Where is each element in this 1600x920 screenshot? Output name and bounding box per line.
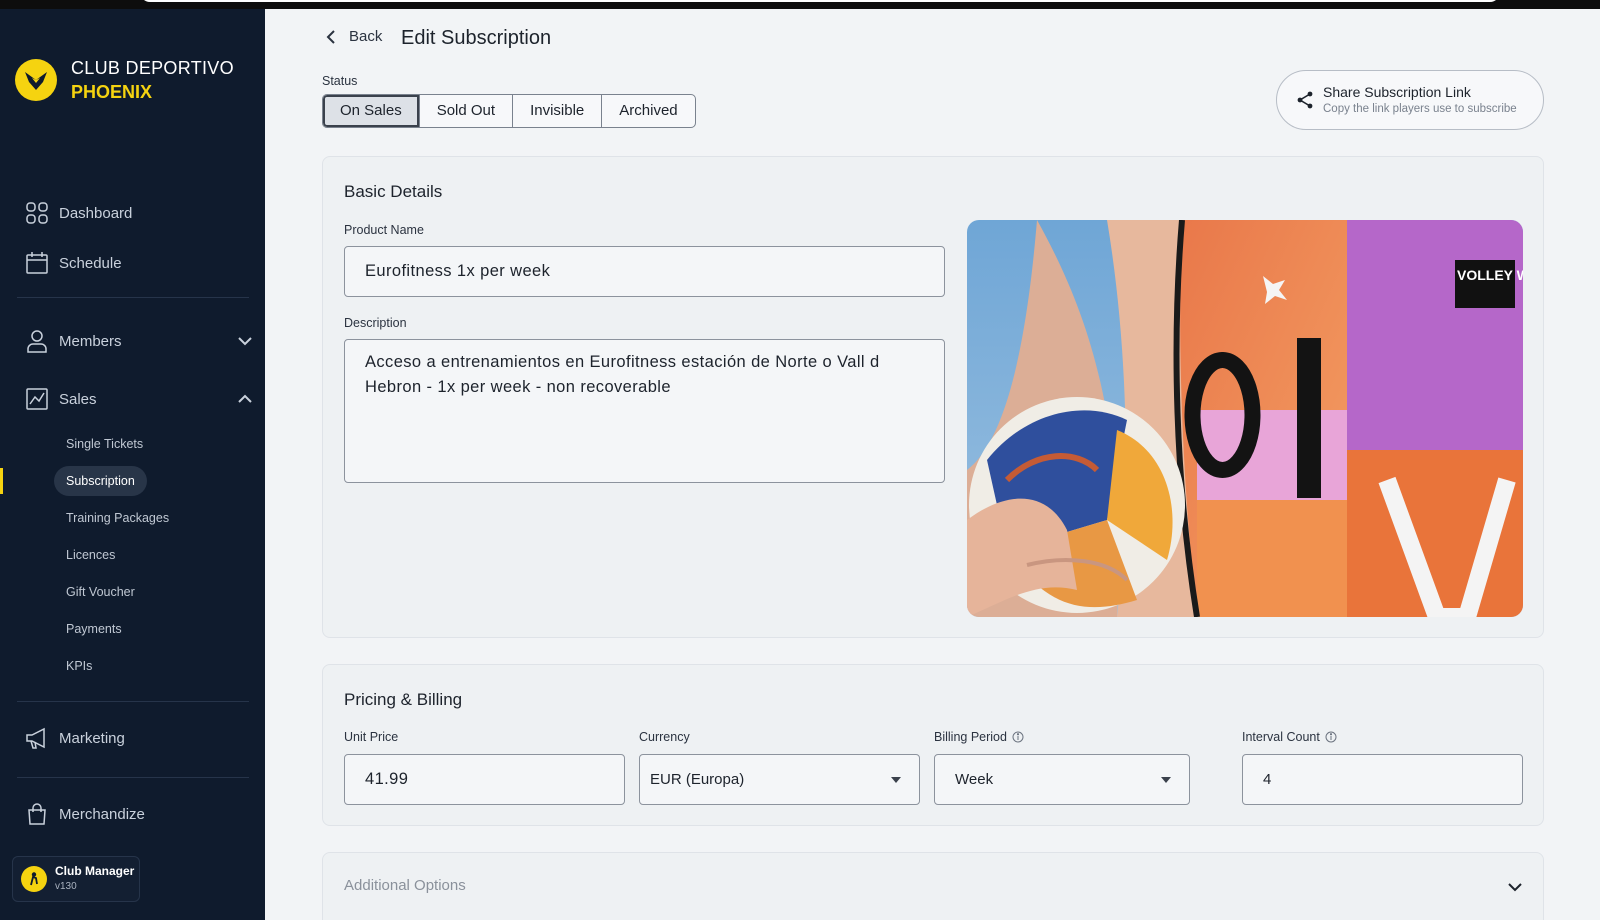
additional-options-accordion[interactable]: Additional Options (322, 852, 1544, 920)
info-icon[interactable] (1325, 731, 1337, 743)
chart-icon (26, 388, 48, 410)
billing-period-value: Week (955, 771, 994, 788)
unit-price-label: Unit Price (344, 730, 399, 744)
interval-count-label: Interval Count (1242, 730, 1337, 744)
back-label: Back (349, 28, 383, 45)
interval-count-input[interactable] (1242, 754, 1523, 805)
currency-label: Currency (639, 730, 690, 744)
sidebar-item-label: Sales (59, 390, 97, 408)
chevron-down-icon[interactable] (1507, 879, 1523, 895)
sidebar-item-dashboard[interactable]: Dashboard (25, 198, 253, 228)
info-icon[interactable] (1012, 731, 1024, 743)
calendar-icon (26, 252, 48, 274)
product-image[interactable]: VOLLEY WORLD (967, 220, 1523, 617)
share-icon (1297, 91, 1313, 109)
billing-period-label: Billing Period (934, 730, 1024, 744)
billing-period-label-text: Billing Period (934, 730, 1007, 744)
currency-value: EUR (Europa) (650, 771, 745, 788)
pricing-billing-card: Pricing & Billing Unit Price Currency EU… (322, 664, 1544, 826)
share-subscription-link-button[interactable]: Share Subscription Link Copy the link pl… (1276, 70, 1544, 130)
app-version: v130 (55, 881, 77, 892)
status-segmented-control: On Sales Sold Out Invisible Archived (322, 94, 696, 128)
sidebar-divider (17, 777, 249, 778)
sidebar-sub-payments[interactable]: Payments (54, 614, 134, 644)
phoenix-bird-icon (15, 59, 57, 101)
sidebar-sub-single-tickets[interactable]: Single Tickets (54, 429, 155, 459)
sidebar-sub-licences[interactable]: Licences (54, 540, 127, 570)
share-title: Share Subscription Link (1323, 84, 1471, 100)
chevron-up-icon[interactable] (237, 391, 253, 407)
currency-select[interactable]: EUR (Europa) (639, 754, 920, 805)
brand[interactable]: CLUB DEPORTIVO PHOENIX (15, 56, 234, 104)
sidebar-item-label: Merchandize (59, 805, 145, 823)
sidebar-item-sales[interactable]: Sales (25, 384, 253, 414)
status-option-invisible[interactable]: Invisible (512, 95, 601, 127)
sidebar-item-members[interactable]: Members (25, 326, 253, 356)
additional-options-label: Additional Options (344, 877, 466, 894)
sidebar-divider (17, 297, 249, 298)
sidebar-item-label: Marketing (59, 729, 125, 747)
avatar (21, 866, 47, 892)
avatar-figure-icon (30, 872, 38, 886)
sidebar-item-label: Members (59, 332, 122, 350)
browser-url-pill (140, 0, 1500, 2)
sidebar-sub-subscription[interactable]: Subscription (54, 466, 147, 496)
sidebar-sub-gift-voucher[interactable]: Gift Voucher (54, 577, 147, 607)
sidebar-item-merchandize[interactable]: Merchandize (25, 799, 253, 829)
brand-name-line1: CLUB DEPORTIVO (71, 58, 234, 78)
status-label: Status (322, 74, 358, 88)
sidebar-item-schedule[interactable]: Schedule (25, 248, 253, 278)
megaphone-icon (26, 727, 45, 749)
sidebar-item-label: Schedule (59, 254, 122, 272)
dropdown-caret-icon (891, 777, 901, 783)
basic-details-title: Basic Details (344, 182, 443, 201)
description-label: Description (344, 316, 407, 330)
dropdown-caret-icon (1161, 777, 1171, 783)
browser-top-bar (0, 0, 1600, 9)
sidebar-item-marketing[interactable]: Marketing (25, 723, 253, 753)
status-option-on-sales[interactable]: On Sales (323, 95, 419, 127)
product-name-input[interactable] (344, 246, 945, 297)
profile-name: Club Manager (55, 864, 135, 878)
profile-card[interactable]: Club Manager v130 (12, 856, 140, 902)
basic-details-card: Basic Details Product Name Description A… (322, 156, 1544, 638)
pricing-billing-title: Pricing & Billing (344, 690, 463, 709)
page-title: Edit Subscription (401, 27, 552, 49)
status-option-sold-out[interactable]: Sold Out (418, 95, 512, 127)
user-icon (27, 330, 47, 353)
billing-period-select[interactable]: Week (934, 754, 1190, 805)
sidebar-divider (17, 701, 249, 702)
brand-name-line2: PHOENIX (71, 82, 153, 102)
description-textarea[interactable]: Acceso a entrenamientos en Eurofitness e… (344, 339, 945, 483)
back-button[interactable]: Back (323, 28, 382, 45)
sidebar-sub-training-packages[interactable]: Training Packages (54, 503, 181, 533)
chevron-left-icon (326, 29, 335, 44)
sidebar: CLUB DEPORTIVO PHOENIX Dashboard Schedul… (0, 9, 265, 920)
sidebar-item-label: Dashboard (59, 204, 133, 222)
shopping-bag-icon (28, 803, 46, 825)
chevron-down-icon[interactable] (237, 333, 253, 349)
product-name-label: Product Name (344, 223, 424, 237)
active-indicator (0, 468, 3, 494)
interval-count-label-text: Interval Count (1242, 730, 1320, 744)
sidebar-sub-kpis[interactable]: KPIs (54, 651, 104, 681)
status-option-archived[interactable]: Archived (601, 95, 694, 127)
unit-price-input[interactable] (344, 754, 625, 805)
image-print-text: VOLLEY WORLD (1457, 267, 1523, 283)
share-subtitle: Copy the link players use to subscribe (1323, 103, 1517, 115)
dashboard-grid-icon (26, 202, 48, 224)
